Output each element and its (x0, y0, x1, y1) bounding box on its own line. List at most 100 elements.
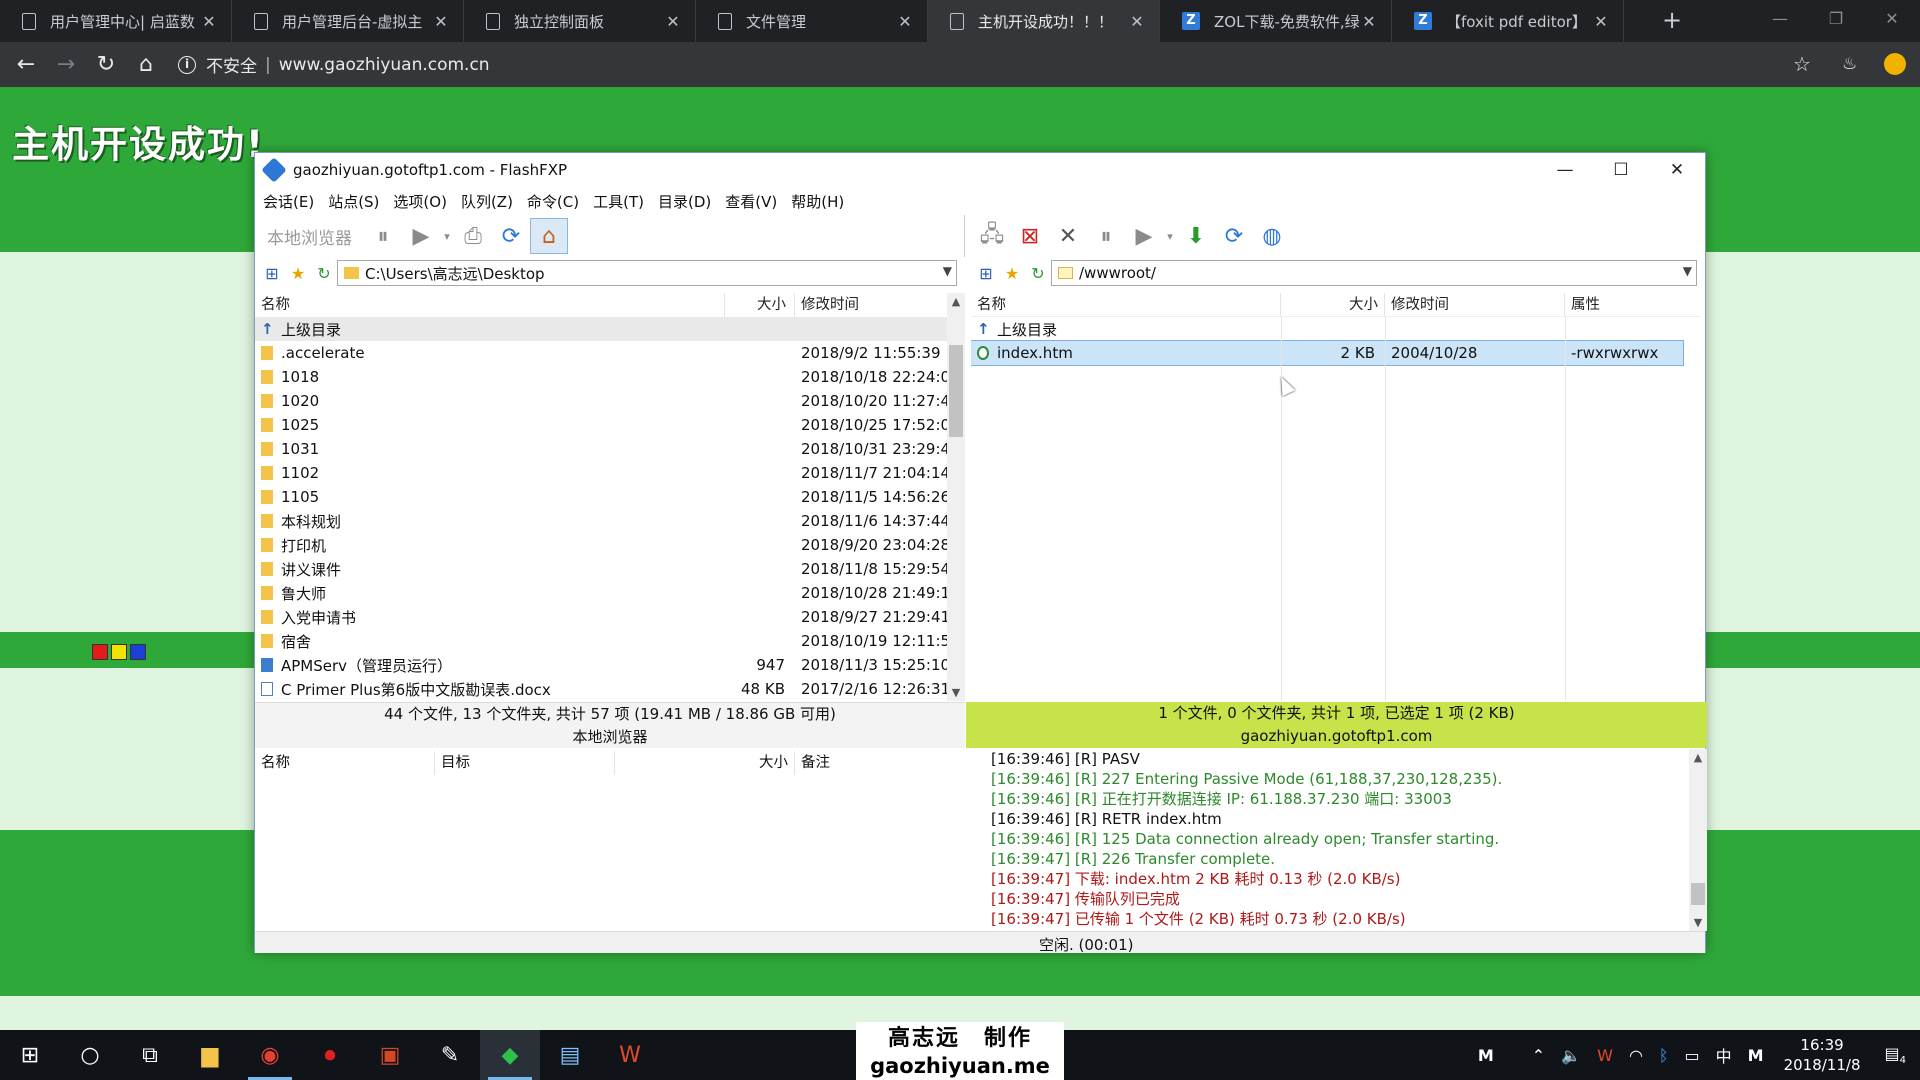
table-row[interactable]: 1105 2018/11/5 14:56:26 (255, 485, 947, 509)
file-explorer-icon[interactable]: ▆ (180, 1030, 240, 1080)
browser-close-button[interactable]: ✕ (1864, 0, 1920, 40)
scroll-up-icon[interactable]: ▲ (947, 295, 965, 308)
local-scroll-thumb[interactable] (949, 345, 963, 437)
browser-tab[interactable]: 主机开设成功！！！ ✕ (928, 0, 1160, 42)
remote-dropdown-icon[interactable]: ▾ (1163, 218, 1177, 254)
remote-pause-icon[interactable]: ⏸ (1087, 218, 1125, 254)
menu-item[interactable]: 查看(V) (725, 191, 777, 212)
paint-icon[interactable]: ✎ (420, 1030, 480, 1080)
flashfxp-taskbar-icon[interactable]: ◆ (480, 1030, 540, 1080)
reload-button[interactable]: ↻ (86, 52, 126, 77)
globe-icon[interactable]: ◍ (1253, 218, 1291, 254)
scroll-up-icon[interactable]: ▲ (1689, 751, 1707, 764)
battery-icon[interactable]: ▭ (1685, 1046, 1700, 1065)
remote-header-size[interactable]: 大小 (1281, 293, 1385, 316)
parent-directory-row[interactable]: ↑ 上级目录 (971, 317, 1701, 341)
chevron-down-icon[interactable]: ▼ (943, 264, 952, 278)
tab-close-icon[interactable]: ✕ (431, 12, 451, 31)
bookmark-star-icon[interactable]: ☆ (1793, 52, 1811, 76)
local-header-time[interactable]: 修改时间 (795, 293, 947, 317)
tab-close-icon[interactable]: ✕ (1127, 12, 1147, 31)
table-row[interactable]: APMServ（管理员运行） 947 2018/11/3 15:25:10 (255, 653, 947, 677)
url-text[interactable]: www.gaozhiyuan.com.cn (279, 55, 490, 75)
menu-item[interactable]: 站点(S) (328, 191, 379, 212)
fxp-minimize-button[interactable]: — (1537, 153, 1593, 187)
local-path-input[interactable]: C:\Users\高志远\Desktop ▼ (337, 260, 957, 286)
home-folder-icon[interactable]: ⌂ (530, 218, 568, 254)
task-view-icon[interactable]: ⧉ (120, 1030, 180, 1080)
browser-tab[interactable]: 用户管理中心| 启蓝数 ✕ (0, 0, 232, 42)
disconnect-icon[interactable]: ⊠ (1011, 218, 1049, 254)
browser-tab[interactable]: 用户管理后台-虚拟主 ✕ (232, 0, 464, 42)
start-button[interactable]: ⊞ (0, 1030, 60, 1080)
remote-path-input[interactable]: /wwwroot/ ▼ (1051, 260, 1697, 286)
scroll-down-icon[interactable]: ▼ (947, 686, 965, 699)
fxp-close-button[interactable]: ✕ (1649, 153, 1705, 187)
notification-center-icon[interactable]: ▤4 (1885, 1044, 1907, 1066)
menu-item[interactable]: 工具(T) (593, 191, 644, 212)
transfer-log[interactable]: [16:39:46] [R] PASV [16:39:46] [R] 227 En… (981, 749, 1689, 933)
bluetooth-icon[interactable]: ᛒ (1659, 1046, 1669, 1065)
new-tab-button[interactable]: + (1652, 0, 1692, 42)
browser-tab[interactable]: 独立控制面板 ✕ (464, 0, 696, 42)
omnibox[interactable]: i 不安全 | www.gaozhiyuan.com.cn (178, 48, 1778, 81)
local-scrollbar[interactable]: ▲ ▼ (947, 293, 965, 701)
remote-header-name[interactable]: 名称 (971, 293, 1281, 316)
tab-close-icon[interactable]: ✕ (1359, 12, 1379, 31)
parent-directory-row[interactable]: ↑ 上级目录 (255, 317, 947, 341)
volume-icon[interactable]: 🔈 (1561, 1046, 1581, 1065)
log-scroll-thumb[interactable] (1691, 883, 1705, 905)
clock[interactable]: 16:39 2018/11/8 (1784, 1035, 1861, 1075)
wifi-icon[interactable]: ◠ (1629, 1046, 1643, 1065)
menu-item[interactable]: 会话(E) (263, 191, 314, 212)
table-row[interactable]: 讲义课件 2018/11/8 15:29:54 (255, 557, 947, 581)
recorder-icon[interactable]: ⏺ (300, 1030, 360, 1080)
ime-indicator[interactable]: 中 (1716, 1043, 1732, 1067)
wps-icon[interactable]: W (600, 1030, 660, 1080)
tab-close-icon[interactable]: ✕ (895, 12, 915, 31)
abort-icon[interactable]: ✕ (1049, 218, 1087, 254)
remote-play-icon[interactable]: ▶ (1125, 218, 1163, 254)
table-row[interactable]: 1025 2018/10/25 17:52:07 (255, 413, 947, 437)
refresh-remote-icon[interactable]: ⟳ (1215, 218, 1253, 254)
local-refresh-icon[interactable]: ↻ (311, 264, 337, 283)
tab-close-icon[interactable]: ✕ (663, 12, 683, 31)
table-row[interactable]: C Primer Plus第6版中文版勘误表.docx 48 KB 2017/2/1… (255, 677, 947, 701)
menu-item[interactable]: 命令(C) (527, 191, 579, 212)
table-row[interactable]: 打印机 2018/9/20 23:04:28 (255, 533, 947, 557)
table-row[interactable]: 鲁大师 2018/10/28 21:49:17 (255, 581, 947, 605)
queue-col-target[interactable]: 目标 (435, 751, 615, 775)
remote-file-list[interactable]: ↑ 上级目录 index.htm 2 KB 2004/10/28 -rwxrwxrwx (971, 317, 1701, 701)
ime-mode-icon[interactable]: M (1748, 1046, 1764, 1065)
upload-queue-icon[interactable]: ⎙ (454, 218, 492, 254)
powerpoint-icon[interactable]: ▣ (360, 1030, 420, 1080)
local-file-list[interactable]: ↑ 上级目录 .accelerate 2018/9/2 11:55:39 1018 201… (255, 317, 947, 701)
scroll-down-icon[interactable]: ▼ (1689, 916, 1707, 929)
table-row[interactable]: 入党申请书 2018/9/27 21:29:41 (255, 605, 947, 629)
tab-close-icon[interactable]: ✕ (1591, 12, 1611, 31)
play-icon[interactable]: ▶ (402, 218, 440, 254)
remote-favorite-star-icon[interactable]: ★ (999, 264, 1025, 283)
remote-tree-icon[interactable]: ⊞ (973, 264, 999, 283)
download-icon[interactable]: ⬇ (1177, 218, 1215, 254)
pause-icon[interactable]: ⏸ (364, 218, 402, 254)
profile-avatar[interactable] (1884, 53, 1906, 75)
table-row[interactable]: 1018 2018/10/18 22:24:07 (255, 365, 947, 389)
local-header-name[interactable]: 名称 (255, 293, 725, 317)
dropdown-arrow-icon[interactable]: ▾ (440, 218, 454, 254)
queue-col-name[interactable]: 名称 (255, 751, 435, 775)
table-row[interactable]: 1102 2018/11/7 21:04:14 (255, 461, 947, 485)
refresh-local-icon[interactable]: ⟳ (492, 218, 530, 254)
local-favorite-star-icon[interactable]: ★ (285, 264, 311, 283)
search-icon[interactable]: ○ (60, 1030, 120, 1080)
m-app-icon[interactable]: M (1478, 1046, 1494, 1065)
browser-minimize-button[interactable]: — (1752, 0, 1808, 40)
app-window-icon[interactable]: ▤ (540, 1030, 600, 1080)
queue-col-note[interactable]: 备注 (795, 751, 981, 775)
table-row[interactable]: 1020 2018/10/20 11:27:41 (255, 389, 947, 413)
remote-header-time[interactable]: 修改时间 (1385, 293, 1565, 316)
menu-item[interactable]: 队列(Z) (461, 191, 513, 212)
home-button[interactable]: ⌂ (126, 52, 166, 77)
table-row[interactable]: .accelerate 2018/9/2 11:55:39 (255, 341, 947, 365)
browser-tab[interactable]: Z 【foxit pdf editor】 ✕ (1392, 0, 1624, 42)
